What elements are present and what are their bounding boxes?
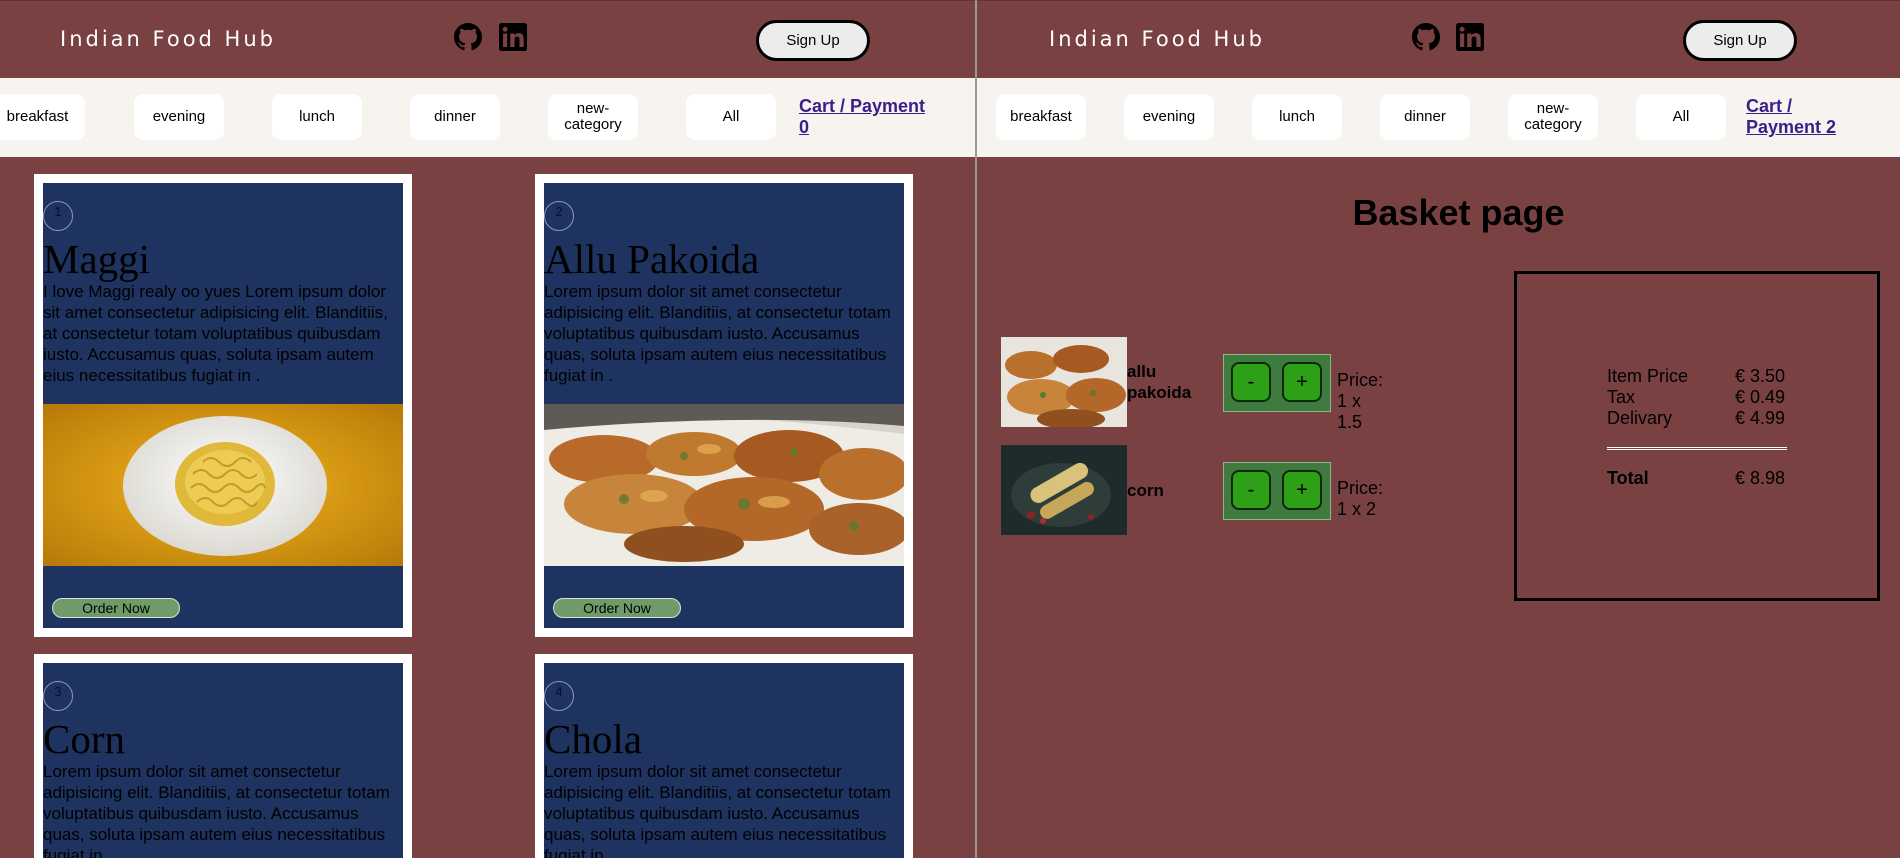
allu-pakoida-thumbnail xyxy=(1001,337,1127,427)
summary-label: Delivary xyxy=(1607,408,1673,428)
card-title: Maggi xyxy=(43,236,151,282)
summary-label: Item Price xyxy=(1607,366,1689,386)
quantity-stepper: - + xyxy=(1223,462,1331,520)
order-summary: Item Price € 3.50 Tax € 0.49 Delivary € … xyxy=(1514,271,1880,601)
card-number-badge: 2 xyxy=(544,201,574,231)
quantity-stepper: - + xyxy=(1223,354,1331,412)
category-evening[interactable]: evening xyxy=(134,94,224,140)
category-all[interactable]: All xyxy=(1636,94,1726,140)
signup-button[interactable]: Sign Up xyxy=(1683,20,1797,61)
basket-pane: Indian Food Hub Sign Up breakfast evenin… xyxy=(977,0,1900,858)
allu-pakoida-image xyxy=(544,404,904,566)
category-all[interactable]: All xyxy=(686,94,776,140)
summary-value: € 0.49 xyxy=(1735,387,1786,407)
category-breakfast[interactable]: breakfast xyxy=(996,94,1086,140)
signup-button[interactable]: Sign Up xyxy=(756,20,870,61)
card-title: Corn xyxy=(43,716,125,762)
decrease-button[interactable]: - xyxy=(1231,362,1271,402)
corn-thumbnail xyxy=(1001,445,1127,535)
summary-value: € 3.50 xyxy=(1735,366,1786,386)
category-new-category[interactable]: new-category xyxy=(1508,94,1598,140)
cart-payment-link[interactable]: Cart / Payment 2 xyxy=(1746,96,1856,138)
card-description: Lorem ipsum dolor sit amet consectetur a… xyxy=(43,762,390,858)
summary-tax: Tax € 0.49 xyxy=(1607,387,1797,408)
category-bar: breakfast evening lunch dinner new-categ… xyxy=(0,78,975,157)
food-card: 4 Chola Lorem ipsum dolor sit amet conse… xyxy=(535,654,913,858)
summary-label: Tax xyxy=(1607,387,1636,407)
github-icon[interactable] xyxy=(1412,23,1440,51)
increase-button[interactable]: + xyxy=(1282,362,1322,402)
card-number-badge: 1 xyxy=(43,201,73,231)
order-now-button[interactable]: Order Now xyxy=(553,598,681,618)
card-number-badge: 4 xyxy=(544,681,574,711)
summary-divider xyxy=(1607,447,1787,450)
summary-label: Total xyxy=(1607,468,1649,488)
card-title: Chola xyxy=(544,716,642,762)
linkedin-icon[interactable] xyxy=(499,23,527,51)
summary-item-price: Item Price € 3.50 xyxy=(1607,366,1797,387)
brand-title[interactable]: Indian Food Hub xyxy=(60,27,276,51)
cart-payment-link[interactable]: Cart / Payment 0 xyxy=(799,96,939,138)
food-card-body: 4 Chola Lorem ipsum dolor sit amet conse… xyxy=(544,663,904,858)
food-card-body: 2 Allu Pakoida Lorem ipsum dolor sit ame… xyxy=(544,183,904,628)
food-card-body: 1 Maggi I love Maggi realy oo yues Lorem… xyxy=(43,183,403,628)
maggi-image xyxy=(43,404,403,566)
brand-title[interactable]: Indian Food Hub xyxy=(1049,27,1265,51)
summary-delivery: Delivary € 4.99 xyxy=(1607,408,1797,429)
basket-page-title: Basket page xyxy=(1352,192,1565,233)
category-new-category[interactable]: new-category xyxy=(548,94,638,140)
card-description: Lorem ipsum dolor sit amet consectetur a… xyxy=(544,762,891,858)
category-dinner[interactable]: dinner xyxy=(1380,94,1470,140)
category-lunch[interactable]: lunch xyxy=(1252,94,1342,140)
order-now-button[interactable]: Order Now xyxy=(52,598,180,618)
category-bar: breakfast evening lunch dinner new-categ… xyxy=(977,78,1900,157)
card-title: Allu Pakoida xyxy=(544,236,760,282)
item-price: Price: 1 x 2 xyxy=(1337,478,1384,519)
card-description: I love Maggi realy oo yues Lorem ipsum d… xyxy=(43,282,388,385)
summary-total: Total € 8.98 xyxy=(1607,468,1797,489)
header: Indian Food Hub Sign Up xyxy=(0,0,975,78)
category-evening[interactable]: evening xyxy=(1124,94,1214,140)
menu-pane: Indian Food Hub Sign Up breakfast evenin… xyxy=(0,0,975,858)
food-card-body: 3 Corn Lorem ipsum dolor sit amet consec… xyxy=(43,663,403,858)
header: Indian Food Hub Sign Up xyxy=(977,0,1900,78)
item-price: Price: 1 x 1.5 xyxy=(1337,370,1384,432)
increase-button[interactable]: + xyxy=(1282,470,1322,510)
card-number-badge: 3 xyxy=(43,681,73,711)
card-description: Lorem ipsum dolor sit amet consectetur a… xyxy=(544,282,891,385)
linkedin-icon[interactable] xyxy=(1456,23,1484,51)
food-card: 3 Corn Lorem ipsum dolor sit amet consec… xyxy=(34,654,412,858)
category-breakfast[interactable]: breakfast xyxy=(0,94,85,140)
food-card: 2 Allu Pakoida Lorem ipsum dolor sit ame… xyxy=(535,174,913,637)
summary-value: € 4.99 xyxy=(1735,408,1786,428)
github-icon[interactable] xyxy=(454,23,482,51)
decrease-button[interactable]: - xyxy=(1231,470,1271,510)
summary-value: € 8.98 xyxy=(1735,468,1786,488)
split-view: Indian Food Hub Sign Up breakfast evenin… xyxy=(0,0,1900,858)
item-name: allu pakoida xyxy=(1127,362,1192,402)
food-card: 1 Maggi I love Maggi realy oo yues Lorem… xyxy=(34,174,412,637)
category-dinner[interactable]: dinner xyxy=(410,94,500,140)
item-name: corn xyxy=(1127,481,1164,500)
category-lunch[interactable]: lunch xyxy=(272,94,362,140)
